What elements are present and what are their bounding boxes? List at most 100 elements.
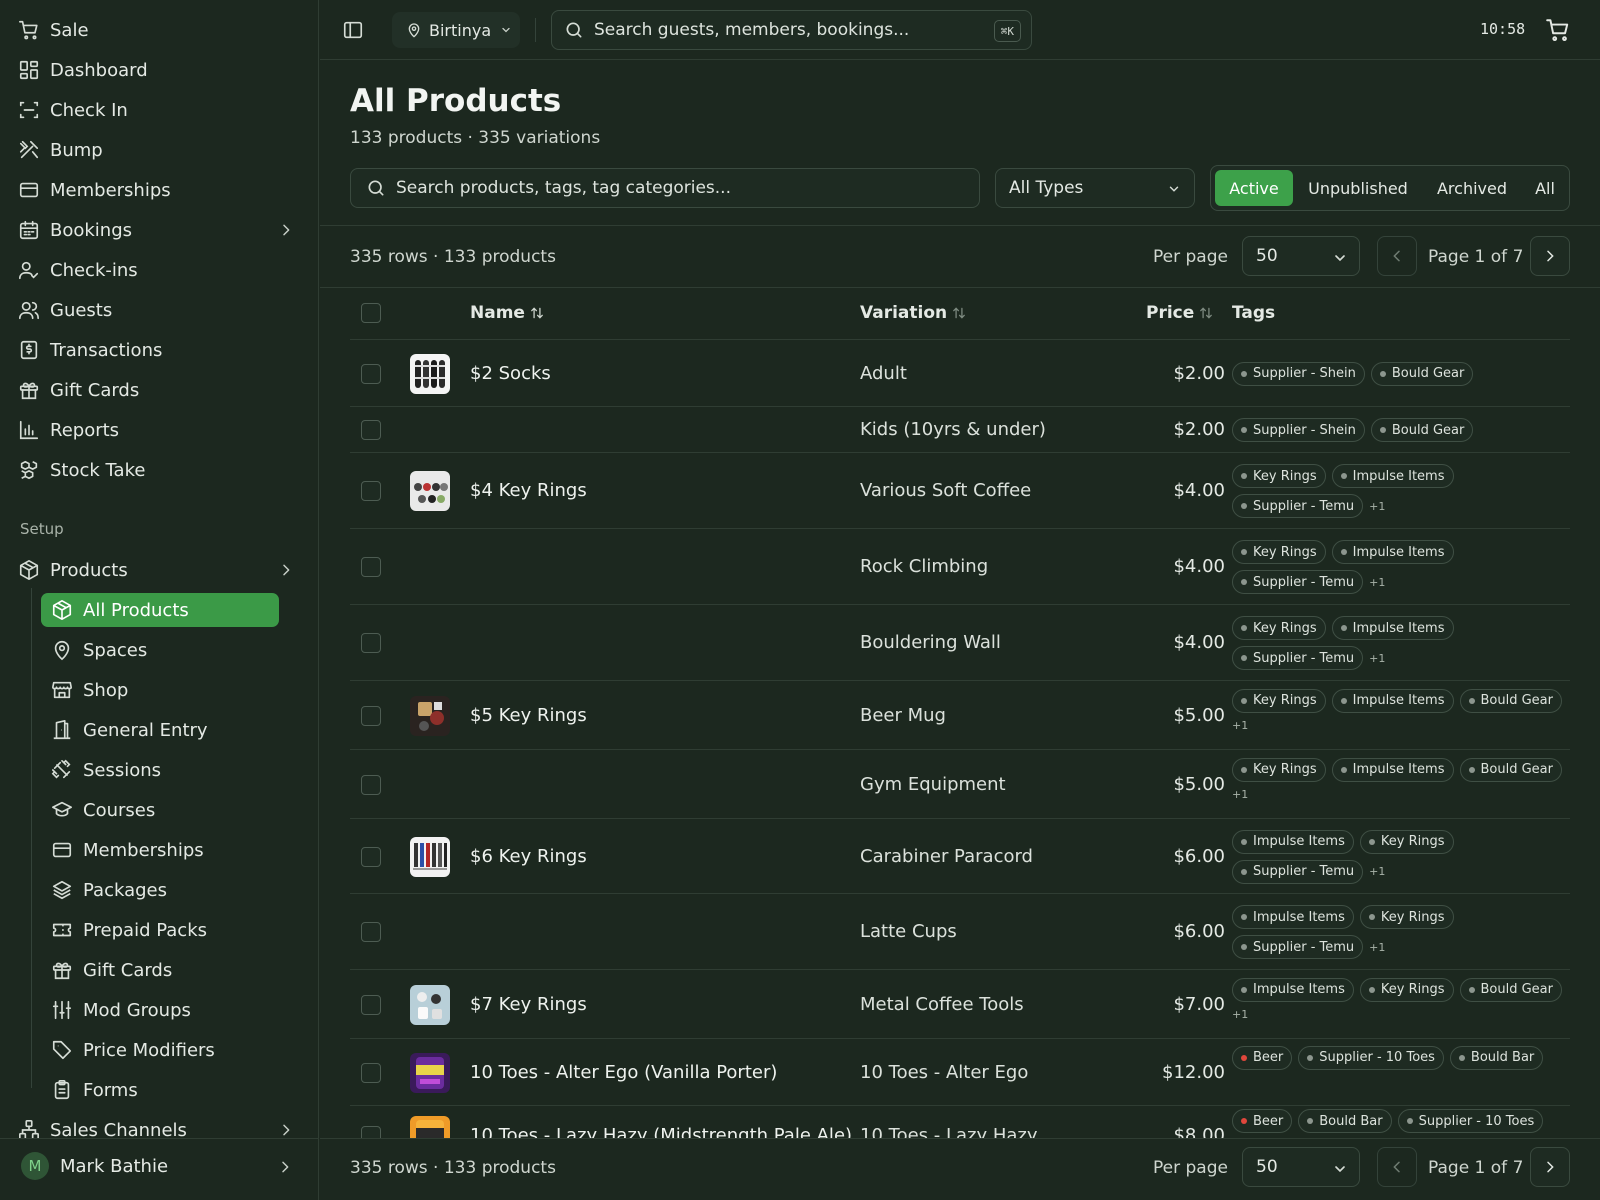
product-name[interactable]: $4 Key Rings (470, 480, 587, 501)
column-name-header[interactable]: Name (470, 303, 544, 323)
nav-price-modifiers[interactable]: Price Modifiers (49, 1033, 279, 1067)
row-checkbox[interactable] (361, 420, 381, 440)
product-name[interactable]: $6 Key Rings (470, 846, 587, 867)
row-checkbox[interactable] (361, 1062, 381, 1083)
tag-chip: Bould Gear (1459, 757, 1562, 782)
sidebar-toggle-icon[interactable] (342, 19, 364, 41)
nav-bump[interactable]: Bump (18, 133, 302, 167)
tag-label: Impulse Items (1352, 468, 1445, 484)
layers-icon (51, 879, 73, 901)
nav-mod-groups[interactable]: Mod Groups (49, 993, 279, 1027)
price: $6.00 (1173, 845, 1225, 867)
tag-label: Key Rings (1380, 909, 1445, 925)
product-search[interactable] (350, 168, 980, 208)
row-checkbox[interactable] (361, 1126, 381, 1138)
table-row[interactable]: $5 Key Rings Beer Mug $5.00 Key Rings Impuls… (350, 681, 1570, 750)
nav-transactions[interactable]: Transactions (18, 333, 302, 367)
more-tags-count: +1 (1369, 499, 1386, 513)
tab-all[interactable]: All (1524, 170, 1566, 206)
product-name[interactable]: $2 Socks (470, 363, 551, 384)
global-search-input[interactable] (594, 20, 974, 40)
row-checkbox[interactable] (361, 481, 381, 501)
nav-reports[interactable]: Reports (18, 413, 302, 447)
nav-check-in[interactable]: Check In (18, 93, 302, 127)
nav-stock-take[interactable]: Stock Take (18, 453, 302, 487)
nav-sale[interactable]: Sale (18, 13, 302, 47)
table-row[interactable]: $4 Key Rings Various Soft Coffee $4.00 Key … (350, 453, 1570, 529)
row-checkbox[interactable] (361, 994, 381, 1015)
row-checkbox[interactable] (361, 705, 381, 726)
page-indicator: Page 1 of 7 (1428, 1158, 1524, 1178)
users-icon (18, 299, 40, 321)
product-name[interactable]: $7 Key Rings (470, 994, 587, 1015)
table-row[interactable]: Kids (10yrs & under) $2.00 Supplier - Shei… (350, 407, 1570, 453)
nav-packages[interactable]: Packages (49, 873, 279, 907)
per-page-select[interactable]: 50 (1242, 1147, 1360, 1187)
tag-chip: Impulse Items (1232, 829, 1354, 854)
nav-check-ins[interactable]: Check-ins (18, 253, 302, 287)
location-selector[interactable]: Birtinya (392, 12, 520, 48)
boxes-icon (18, 459, 40, 481)
row-checkbox[interactable] (361, 774, 381, 795)
cart-icon[interactable] (1545, 17, 1571, 43)
nav-memberships[interactable]: Memberships (18, 173, 302, 207)
nav-prepaid-packs[interactable]: Prepaid Packs (49, 913, 279, 947)
table-row[interactable]: 10 Toes - Alter Ego (Vanilla Porter) 10 T… (350, 1039, 1570, 1106)
tag-chip: Impulse Items (1232, 977, 1354, 1002)
row-checkbox[interactable] (361, 557, 381, 577)
product-name[interactable]: $5 Key Rings (470, 705, 587, 726)
product-name[interactable]: 10 Toes - Alter Ego (Vanilla Porter) (470, 1062, 777, 1083)
nav-shop[interactable]: Shop (49, 673, 279, 707)
row-checkbox[interactable] (361, 363, 381, 384)
table-row[interactable]: $6 Key Rings Carabiner Paracord $6.00 Impul… (350, 819, 1570, 894)
tab-archived[interactable]: Archived (1422, 170, 1522, 206)
nav-courses[interactable]: Courses (49, 793, 279, 827)
nav-spaces[interactable]: Spaces (49, 633, 279, 667)
tag-label: Key Rings (1253, 468, 1317, 484)
prev-page-button[interactable] (1377, 1147, 1417, 1187)
row-checkbox[interactable] (361, 846, 381, 867)
nav-dashboard[interactable]: Dashboard (18, 53, 302, 87)
more-tags-count: +1 (1369, 651, 1386, 665)
prev-page-button[interactable] (1377, 236, 1417, 276)
table-row[interactable]: $7 Key Rings Metal Coffee Tools $7.00 Impul… (350, 970, 1570, 1039)
nav-gift-cards[interactable]: Gift Cards (18, 373, 302, 407)
per-page-select[interactable]: 50 (1242, 236, 1360, 276)
column-variation-header[interactable]: Variation (860, 303, 966, 323)
table-row[interactable]: 10 Toes - Lazy Hazy (Midstrength Pale Al… (350, 1106, 1570, 1138)
package-icon (18, 559, 40, 581)
table-row[interactable]: Latte Cups $6.00 Impulse Items Key Rings Sup… (350, 894, 1570, 970)
row-checkbox[interactable] (361, 633, 381, 653)
tag-dot-icon (1241, 986, 1247, 993)
price: $7.00 (1173, 993, 1225, 1015)
nav-general-entry[interactable]: General Entry (49, 713, 279, 747)
global-search[interactable]: ⌘K (551, 10, 1032, 50)
nav-sub-memberships[interactable]: Memberships (49, 833, 279, 867)
tag-dot-icon (1241, 549, 1247, 555)
column-price-header[interactable]: Price (1146, 303, 1213, 323)
nav-forms[interactable]: Forms (49, 1073, 279, 1107)
table-row[interactable]: $2 Socks Adult $2.00 Supplier - Shein Bould … (350, 340, 1570, 407)
nav-label: Memberships (50, 179, 171, 201)
table-row[interactable]: Gym Equipment $5.00 Key Rings Impulse Items… (350, 750, 1570, 819)
nav-bookings[interactable]: Bookings (18, 213, 302, 247)
nav-sessions[interactable]: Sessions (49, 753, 279, 787)
tag-chip: Key Rings (1359, 905, 1454, 929)
product-search-input[interactable] (396, 178, 956, 198)
table-row[interactable]: Bouldering Wall $4.00 Key Rings Impulse Ite… (350, 605, 1570, 681)
select-all-checkbox[interactable] (361, 303, 381, 323)
product-name[interactable]: 10 Toes - Lazy Hazy (Midstrength Pale Al… (470, 1125, 852, 1138)
nav-sub-gift-cards[interactable]: Gift Cards (49, 953, 279, 987)
nav-products[interactable]: Products (18, 553, 302, 587)
row-checkbox[interactable] (361, 922, 381, 942)
user-menu[interactable]: M Mark Bathie (0, 1138, 318, 1200)
nav-guests[interactable]: Guests (18, 293, 302, 327)
type-filter-select[interactable]: All Types (995, 168, 1195, 208)
tab-unpublished[interactable]: Unpublished (1298, 170, 1418, 206)
price: $5.00 (1173, 773, 1225, 795)
nav-all-products[interactable]: All Products (41, 593, 279, 627)
next-page-button[interactable] (1530, 1147, 1570, 1187)
tab-active[interactable]: Active (1215, 170, 1293, 206)
table-row[interactable]: Rock Climbing $4.00 Key Rings Impulse Items… (350, 529, 1570, 605)
next-page-button[interactable] (1530, 236, 1570, 276)
